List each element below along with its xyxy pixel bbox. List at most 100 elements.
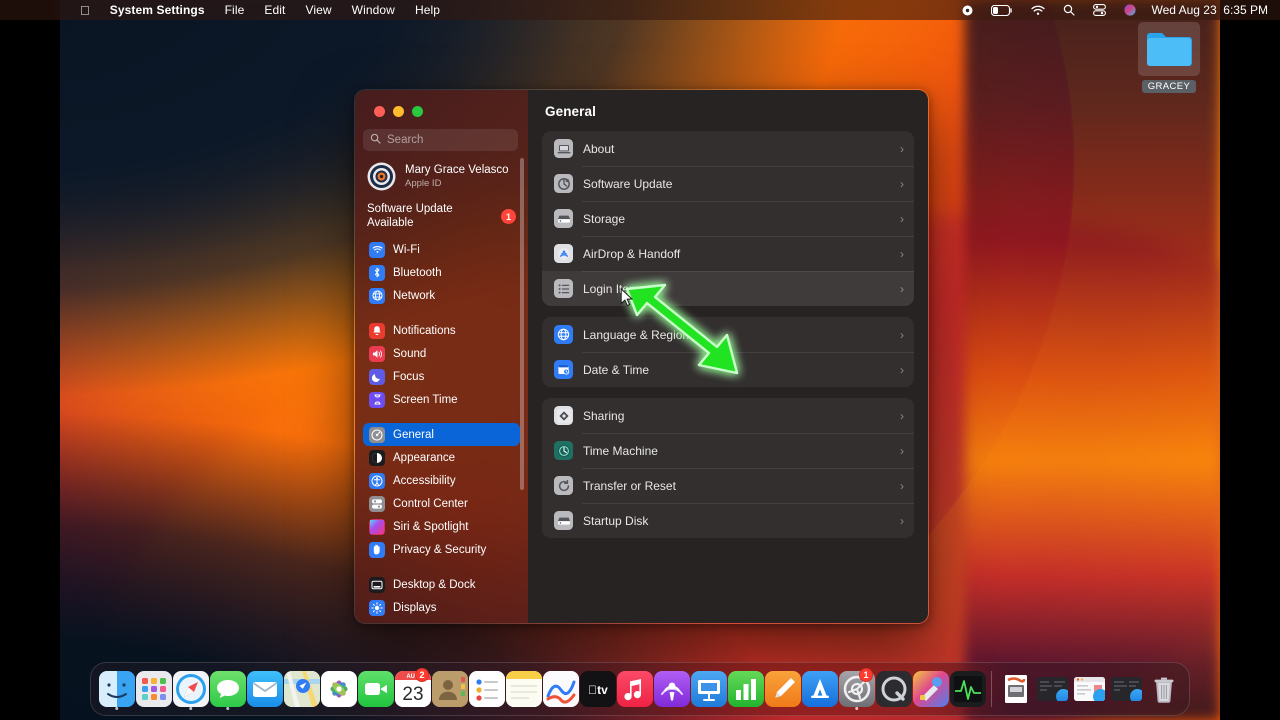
dock-item-music[interactable]: [616, 667, 653, 711]
sidebar-item-sound[interactable]: Sound: [363, 342, 520, 365]
row-storage[interactable]: Storage ›: [542, 201, 914, 236]
dock-item-freeform[interactable]: [542, 667, 579, 711]
row-transfer-or-reset[interactable]: Transfer or Reset ›: [542, 468, 914, 503]
dock-item-mail[interactable]: [246, 667, 283, 711]
software-update-available-row[interactable]: Software Update Available 1: [355, 191, 528, 230]
dock-item-contacts[interactable]: [431, 667, 468, 711]
menu-item-help[interactable]: Help: [405, 3, 450, 17]
row-about[interactable]: About ›: [542, 131, 914, 166]
sidebar-item-network[interactable]: Network: [363, 284, 520, 307]
wifi-icon[interactable]: [1022, 5, 1054, 16]
minimize-button[interactable]: [393, 106, 404, 117]
dock-item-keynote[interactable]: [690, 667, 727, 711]
sidebar-item-desktop-dock[interactable]: Desktop & Dock: [363, 573, 520, 596]
row-time-machine[interactable]: Time Machine ›: [542, 433, 914, 468]
storage-drive-icon: [554, 209, 573, 228]
settings-sidebar: Search Mary Grace Velasco Apple ID Softw…: [355, 90, 528, 623]
dock-item-finder[interactable]: [98, 667, 135, 711]
accessibility-icon: [369, 472, 385, 489]
row-software-update[interactable]: Software Update ›: [542, 166, 914, 201]
dock-item-facetime[interactable]: [357, 667, 394, 711]
desktop-folder-label: GRACEY: [1141, 80, 1197, 93]
search-icon[interactable]: [1054, 4, 1084, 16]
sidebar-item-control-center[interactable]: Control Center: [363, 492, 520, 515]
sidebar-item-accessibility[interactable]: Accessibility: [363, 469, 520, 492]
menubar-clock[interactable]: Wed Aug 23 6:35 PM: [1145, 3, 1268, 17]
dock-item-photos[interactable]: [320, 667, 357, 711]
apple-logo-icon[interactable]: : [70, 4, 100, 17]
dock-item-safari[interactable]: [172, 667, 209, 711]
menu-item-window[interactable]: Window: [342, 3, 405, 17]
software-update-icon: [554, 174, 573, 193]
dock-separator: [991, 671, 992, 707]
sidebar-item-displays[interactable]: Displays: [363, 596, 520, 619]
dock-item-minimized-window-3[interactable]: [1108, 667, 1145, 711]
dock-item-calendar[interactable]: AUG 23 2: [394, 667, 431, 711]
control-center-icon[interactable]: [1084, 4, 1115, 16]
sidebar-item-label: Sound: [393, 347, 427, 360]
chevron-right-icon: ›: [900, 246, 904, 261]
dock-item-reminders[interactable]: [468, 667, 505, 711]
screen:  System Settings File Edit View Window …: [0, 0, 1280, 720]
sidebar-item-notifications[interactable]: Notifications: [363, 319, 520, 342]
menu-item-edit[interactable]: Edit: [254, 3, 295, 17]
apple-id-account-row[interactable]: Mary Grace Velasco Apple ID: [355, 151, 528, 191]
dock-item-minimized-window-2[interactable]: [1071, 667, 1108, 711]
row-sharing[interactable]: Sharing ›: [542, 398, 914, 433]
row-date-time[interactable]: Date & Time ›: [542, 352, 914, 387]
sidebar-item-screen-time[interactable]: Screen Time: [363, 388, 520, 411]
dock-item-minimized-window-1[interactable]: [1034, 667, 1071, 711]
menu-item-view[interactable]: View: [295, 3, 341, 17]
dock-item-numbers[interactable]: [727, 667, 764, 711]
zoom-button[interactable]: [412, 106, 423, 117]
about-laptop-icon: [554, 139, 573, 158]
dock-item-activity-monitor[interactable]: [949, 667, 986, 711]
siri-icon[interactable]: [1115, 4, 1145, 16]
dock-item-quicktime[interactable]: [875, 667, 912, 711]
sidebar-group-display: Desktop & Dock Displays: [355, 573, 528, 619]
dock-item-trash[interactable]: [1145, 667, 1182, 711]
sidebar-item-siri-spotlight[interactable]: Siri & Spotlight: [363, 515, 520, 538]
dock-item-notes[interactable]: [505, 667, 542, 711]
network-globe-icon: [369, 287, 385, 304]
desktop-folder-gracey[interactable]: GRACEY: [1138, 22, 1200, 94]
search-input[interactable]: Search: [363, 129, 518, 151]
dock-item-launchpad[interactable]: [135, 667, 172, 711]
chevron-right-icon: ›: [900, 408, 904, 423]
sidebar-item-bluetooth[interactable]: Bluetooth: [363, 261, 520, 284]
dock-item-xcode-tools[interactable]: [912, 667, 949, 711]
menu-item-file[interactable]: File: [215, 3, 255, 17]
login-items-list-icon: [554, 279, 573, 298]
dock-item-messages[interactable]: [209, 667, 246, 711]
airdrop-icon: [554, 244, 573, 263]
battery-icon[interactable]: [982, 4, 1022, 16]
dock-item-pages[interactable]: [764, 667, 801, 711]
bluetooth-icon: [369, 264, 385, 281]
menu-app-name[interactable]: System Settings: [100, 3, 215, 17]
dock-item-maps[interactable]: [283, 667, 320, 711]
row-airdrop-handoff[interactable]: AirDrop & Handoff ›: [542, 236, 914, 271]
dock-item-documents-stack[interactable]: [997, 667, 1034, 711]
dock-item-tv[interactable]: tv: [579, 667, 616, 711]
sidebar-item-wi-fi[interactable]: Wi-Fi: [363, 238, 520, 261]
row-startup-disk[interactable]: Startup Disk ›: [542, 503, 914, 538]
sidebar-item-appearance[interactable]: Appearance: [363, 446, 520, 469]
sidebar-scrollbar[interactable]: [520, 158, 524, 490]
sidebar-item-focus[interactable]: Focus: [363, 365, 520, 388]
date-time-icon: [554, 360, 573, 379]
dock-item-app-store[interactable]: [801, 667, 838, 711]
dock-item-system-settings[interactable]: 1: [838, 667, 875, 711]
search-placeholder: Search: [387, 134, 424, 146]
row-language-region[interactable]: Language & Region ›: [542, 317, 914, 352]
close-button[interactable]: [374, 106, 385, 117]
sidebar-item-privacy-security[interactable]: Privacy & Security: [363, 538, 520, 561]
general-gear-icon: [369, 426, 385, 443]
screen-time-hourglass-icon: [369, 391, 385, 408]
record-icon[interactable]: [953, 5, 982, 16]
row-login-items[interactable]: Login Items ›: [542, 271, 914, 306]
dock-item-podcasts[interactable]: [653, 667, 690, 711]
sidebar-item-general[interactable]: General: [363, 423, 520, 447]
sidebar-item-label: Control Center: [393, 497, 468, 510]
running-indicator: [114, 706, 119, 710]
svg-text:tv: tv: [588, 683, 608, 697]
